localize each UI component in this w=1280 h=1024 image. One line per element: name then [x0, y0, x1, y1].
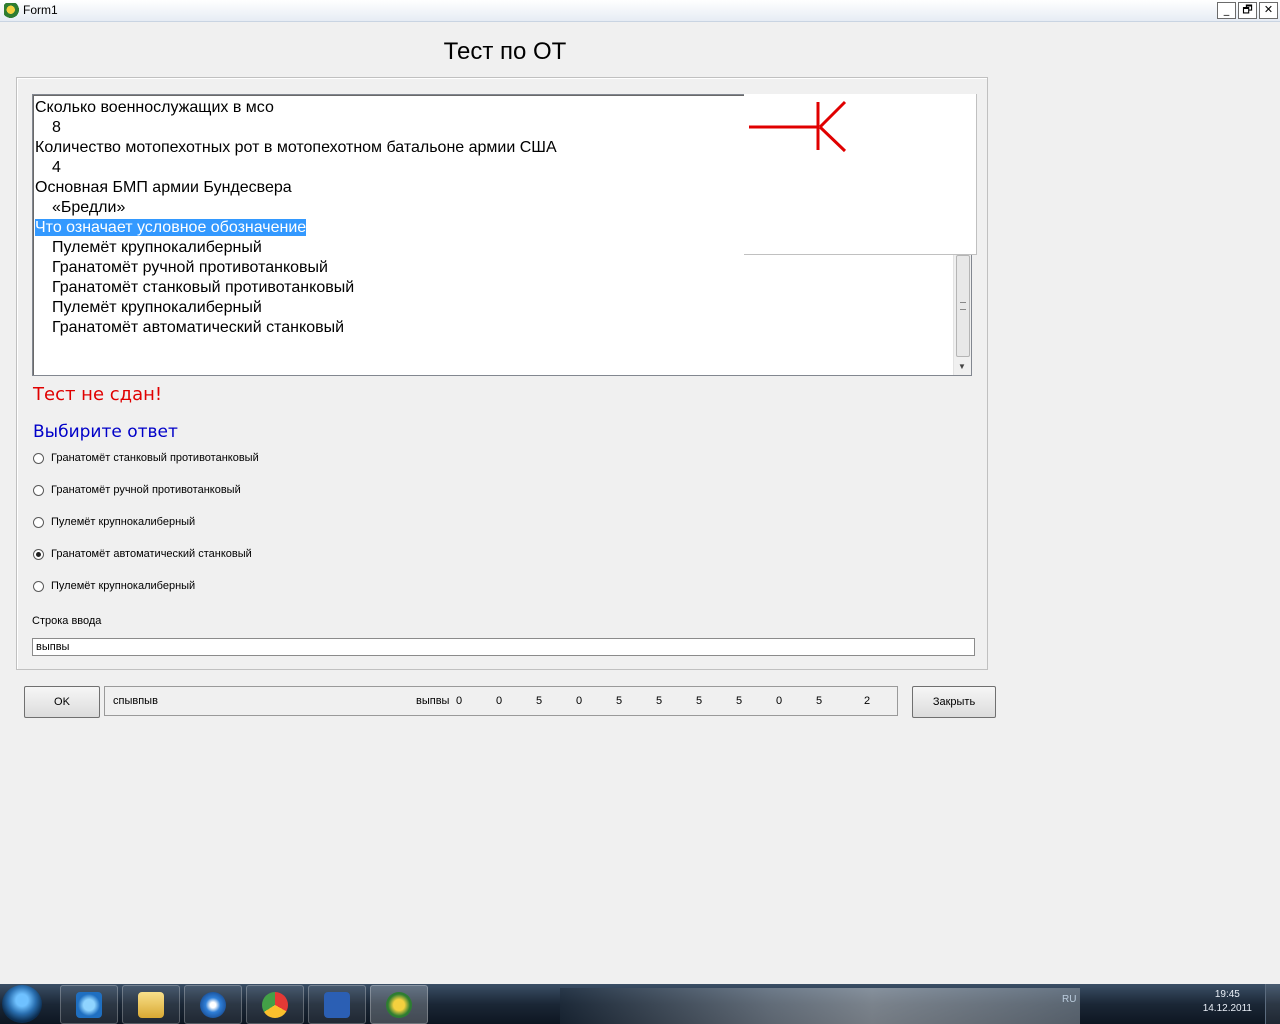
- answer-option-3[interactable]: Пулемёт крупнокалиберный: [33, 516, 195, 528]
- status-number: 0: [456, 695, 463, 707]
- status-number: 5: [696, 695, 703, 707]
- window-controls: _ 🗗 ✕: [1217, 2, 1278, 19]
- result-label: Тест не сдан!: [33, 384, 163, 405]
- memo-line-text: Количество мотопехотных рот в мотопехотн…: [35, 139, 557, 156]
- word-icon: [324, 992, 350, 1018]
- memo-line: Что означает условное обозначение: [35, 218, 557, 238]
- delphi-app-icon: [386, 992, 412, 1018]
- status-number: 5: [816, 695, 823, 707]
- symbol-line: [818, 125, 847, 153]
- status-left-text: спывпыв: [113, 695, 158, 707]
- answer-option-label: Гранатомёт станковый противотанковый: [51, 452, 259, 464]
- close-button[interactable]: Закрыть: [912, 686, 996, 718]
- answer-option-label: Гранатомёт ручной противотанковый: [51, 484, 241, 496]
- media-player-icon: [200, 992, 226, 1018]
- memo-line: Пулемёт крупнокалиберный: [35, 238, 557, 258]
- chrome-icon: [262, 992, 288, 1018]
- window-title: Form1: [23, 3, 58, 17]
- input-label: Строка ввода: [32, 615, 102, 627]
- title-bar: Form1 _ 🗗 ✕: [0, 0, 1280, 22]
- page-title: Тест по ОТ: [443, 38, 567, 65]
- show-desktop-button[interactable]: [1265, 984, 1280, 1024]
- choose-answer-label: Выбирите ответ: [33, 422, 178, 442]
- ok-button[interactable]: OK: [24, 686, 100, 718]
- memo-line-text: Что означает условное обозначение: [35, 219, 307, 236]
- answer-option-2[interactable]: Гранатомёт ручной противотанковый: [33, 484, 241, 496]
- memo-line: Гранатомёт ручной противотанковый: [35, 258, 557, 278]
- answer-input[interactable]: выпвы: [32, 638, 975, 656]
- memo-line: Основная БМП армии Бундесвера: [35, 178, 557, 198]
- memo-line: 8: [35, 118, 557, 138]
- status-panel: спывпыв выпвы 0 0 5 0 5 5 5 5 0 5 2: [104, 686, 898, 716]
- memo-line-text: Гранатомёт станковый противотанковый: [52, 279, 355, 296]
- radio-icon[interactable]: [33, 548, 44, 560]
- internet-explorer-icon: [76, 992, 102, 1018]
- status-middle-text: выпвы: [416, 695, 450, 707]
- status-number: 0: [496, 695, 503, 707]
- memo-line-text: Сколько военнослужащих в мсо: [35, 99, 274, 116]
- app-icon[interactable]: [4, 3, 19, 18]
- radio-icon[interactable]: [33, 452, 44, 464]
- radio-icon[interactable]: [33, 580, 44, 592]
- minimize-button[interactable]: _: [1217, 2, 1236, 19]
- memo-line-text: Основная БМП армии Бундесвера: [35, 179, 292, 196]
- memo-line: Сколько военнослужащих в мсо: [35, 98, 557, 118]
- memo-line-text: Гранатомёт автоматический станковый: [52, 319, 345, 336]
- status-number: 5: [736, 695, 743, 707]
- clock-date: 14.12.2011: [1202, 1003, 1252, 1014]
- memo-line: Гранатомёт станковый противотанковый: [35, 278, 557, 298]
- taskbar-word[interactable]: [308, 985, 366, 1024]
- status-number: 5: [616, 695, 623, 707]
- start-button[interactable]: [2, 985, 42, 1023]
- tactical-symbol-icon: [749, 100, 847, 153]
- radio-icon[interactable]: [33, 516, 44, 528]
- status-number: 2: [864, 695, 871, 707]
- taskbar-chrome[interactable]: [246, 985, 304, 1024]
- folder-icon: [138, 992, 164, 1018]
- scroll-down-arrow-icon[interactable]: ▼: [958, 362, 966, 371]
- radio-icon[interactable]: [33, 484, 44, 496]
- memo-line: Количество мотопехотных рот в мотопехотн…: [35, 138, 557, 158]
- taskbar-file-explorer[interactable]: [122, 985, 180, 1024]
- taskbar-thumbnail-area: [560, 988, 1080, 1024]
- answer-option-label: Пулемёт крупнокалиберный: [51, 580, 196, 592]
- memo-line-text: Пулемёт крупнокалиберный: [52, 299, 262, 316]
- symbol-line: [818, 100, 847, 129]
- close-window-button[interactable]: ✕: [1259, 2, 1278, 19]
- memo-line-text: 4: [52, 159, 61, 176]
- status-number: 5: [656, 695, 663, 707]
- system-tray: RU 19:45 14.12.2011: [1050, 984, 1280, 1024]
- clock-time: 19:45: [1214, 989, 1240, 1000]
- taskbar-internet-explorer[interactable]: [60, 985, 118, 1024]
- memo-line-text: «Бредли»: [52, 199, 126, 216]
- memo-line-text: Гранатомёт ручной противотанковый: [52, 259, 328, 276]
- answer-option-1[interactable]: Гранатомёт станковый противотанковый: [33, 452, 259, 464]
- grip-icon: [960, 302, 966, 310]
- status-number: 5: [536, 695, 543, 707]
- memo-line: Пулемёт крупнокалиберный: [35, 298, 557, 318]
- answer-option-4[interactable]: Гранатомёт автоматический станковый: [33, 548, 252, 560]
- taskbar-media-player[interactable]: [184, 985, 242, 1024]
- memo-line-text: Пулемёт крупнокалиберный: [52, 239, 262, 256]
- memo-line-text: 8: [52, 119, 61, 136]
- clock[interactable]: 19:45 14.12.2011: [1203, 988, 1252, 1016]
- taskbar: RU 19:45 14.12.2011: [0, 984, 1280, 1024]
- memo-lines: Сколько военнослужащих в мсо 8 Количество …: [35, 98, 557, 338]
- memo-line: 4: [35, 158, 557, 178]
- memo-line: Гранатомёт автоматический станковый: [35, 318, 557, 338]
- answer-option-label: Пулемёт крупнокалиберный: [51, 516, 196, 528]
- status-number: 0: [776, 695, 783, 707]
- taskbar-delphi-app[interactable]: [370, 985, 428, 1024]
- scroll-thumb[interactable]: [956, 255, 970, 357]
- language-indicator[interactable]: RU: [1062, 994, 1076, 1005]
- tactical-symbol-image: [744, 94, 977, 255]
- memo-line: «Бредли»: [35, 198, 557, 218]
- restore-button[interactable]: 🗗: [1238, 2, 1257, 19]
- answer-option-5[interactable]: Пулемёт крупнокалиберный: [33, 580, 195, 592]
- status-number: 0: [576, 695, 583, 707]
- answer-option-label: Гранатомёт автоматический станковый: [51, 548, 252, 560]
